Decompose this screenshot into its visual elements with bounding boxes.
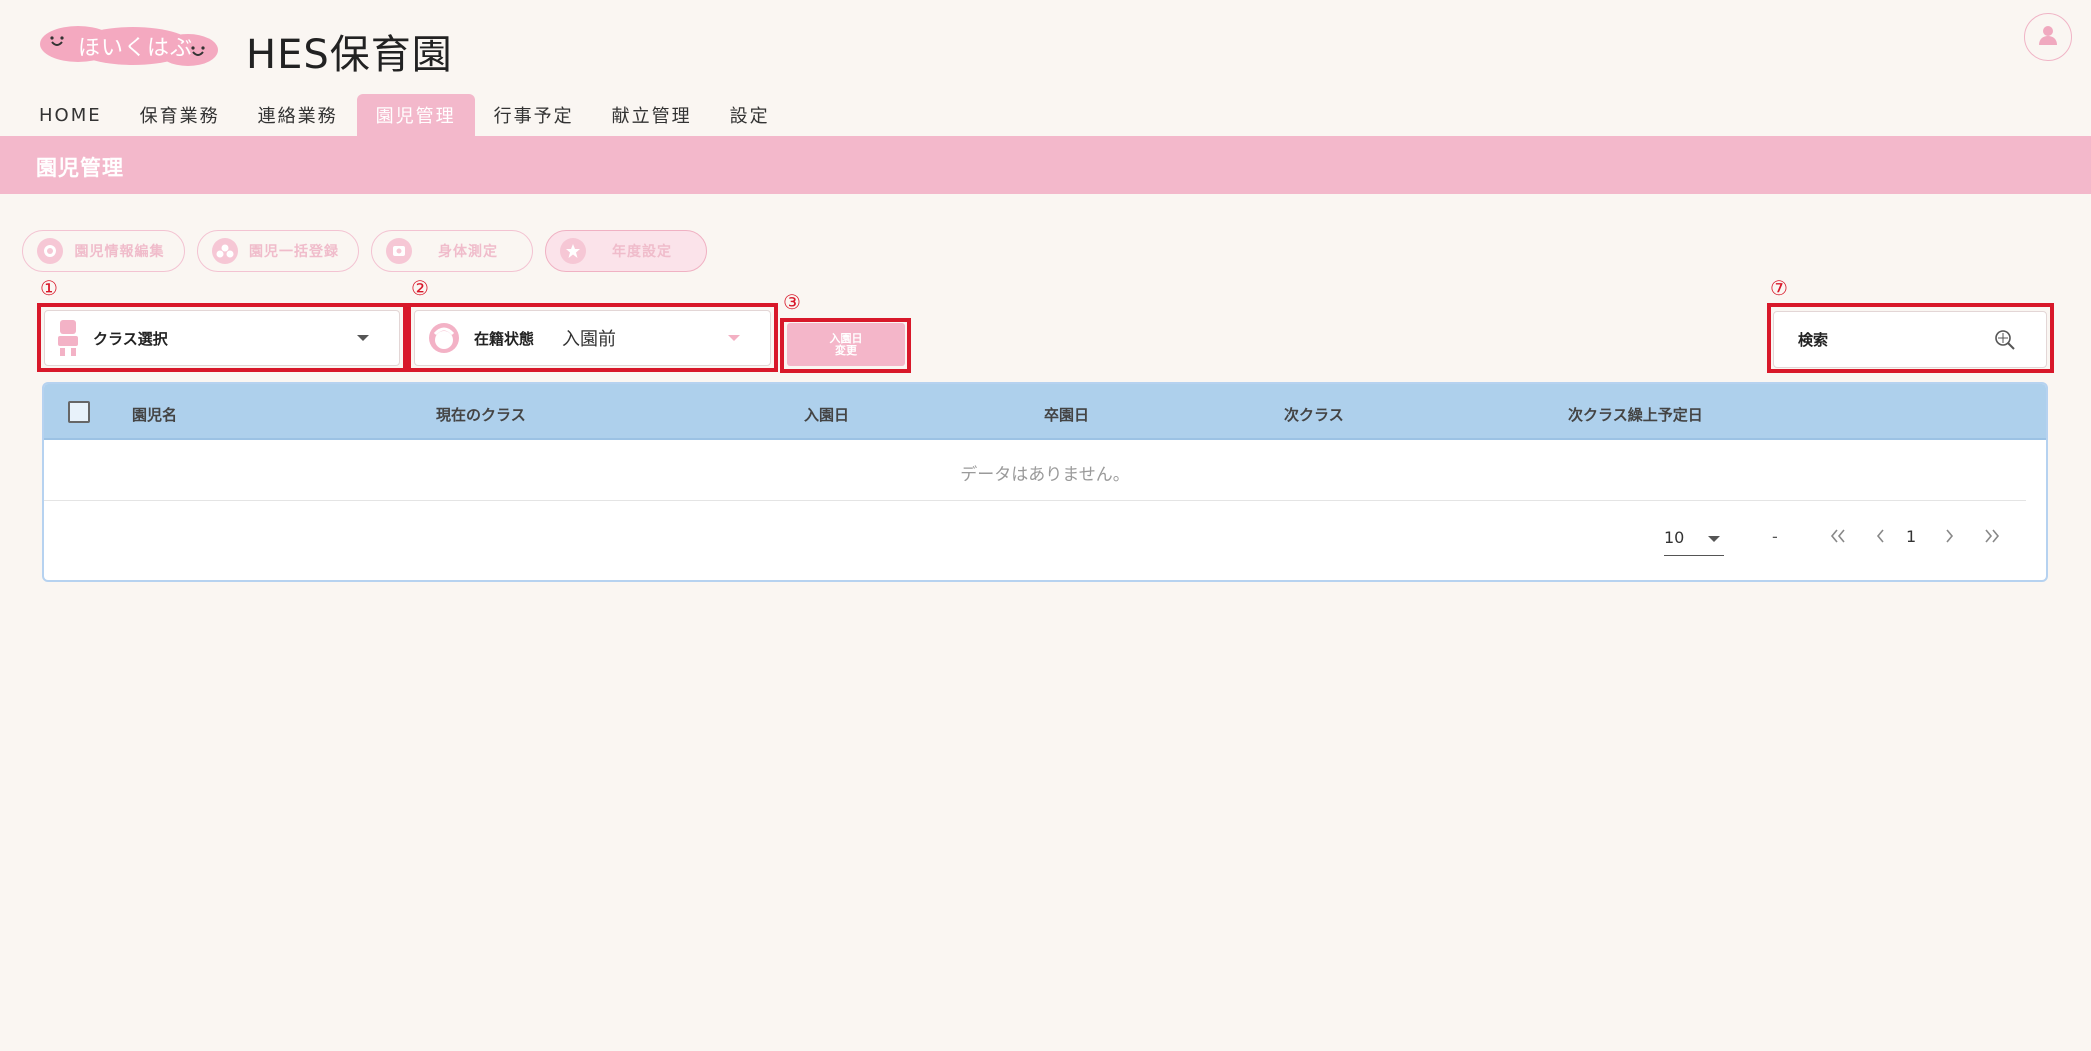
search-icon[interactable]	[1994, 329, 2016, 351]
column-header-admission-date[interactable]: 入園日	[804, 404, 849, 425]
enrollment-status-select[interactable]: 在籍状態 入園前	[414, 310, 771, 366]
chevron-down-icon	[1708, 536, 1720, 542]
child-face-icon	[428, 322, 460, 354]
logo-text: ほいくはぶ	[78, 36, 194, 61]
annotation-marker-3: ③	[783, 290, 801, 314]
column-header-next-class[interactable]: 次クラス	[1284, 404, 1344, 425]
annotation-marker-2: ②	[411, 276, 429, 300]
chevron-down-icon	[357, 335, 369, 341]
user-avatar-button[interactable]	[2024, 13, 2072, 61]
pagination-range: -	[1772, 527, 1778, 546]
search-input[interactable]: 検索	[1773, 311, 2047, 368]
group-icon	[212, 238, 238, 264]
select-all-checkbox[interactable]	[68, 401, 90, 423]
body-measurement-button[interactable]: 身体測定	[371, 230, 533, 272]
child-icon	[37, 238, 63, 264]
class-select-label: クラス選択	[93, 329, 168, 348]
body-measurement-label: 身体測定	[438, 244, 498, 260]
class-select[interactable]: クラス選択	[44, 310, 400, 366]
app-title: HES保育園	[246, 32, 453, 78]
section-title: 園児管理	[36, 156, 124, 180]
change-button-line1: 入園日	[829, 331, 863, 345]
rows-per-page-value: 10	[1664, 528, 1685, 547]
first-page-icon[interactable]	[1826, 520, 1850, 552]
current-page: 1	[1906, 527, 1917, 546]
enrollment-status-label: 在籍状態	[474, 329, 535, 348]
children-table: 園児名 現在のクラス 入園日 卒園日 次クラス 次クラス繰上予定日 データはあり…	[42, 382, 2048, 582]
edit-child-info-label: 園児情報編集	[74, 244, 165, 260]
tab-home[interactable]: HOME	[20, 94, 121, 136]
tab-settings[interactable]: 設定	[711, 94, 789, 136]
chevron-down-icon	[728, 335, 740, 341]
table-header: 園児名 現在のクラス 入園日 卒園日 次クラス 次クラス繰上予定日	[44, 384, 2046, 440]
enrollment-status-value: 入園前	[562, 329, 617, 350]
section-header-bar	[0, 136, 2091, 194]
tab-communication[interactable]: 連絡業務	[239, 94, 357, 136]
fiscal-year-settings-button[interactable]: 年度設定	[545, 230, 707, 272]
rows-per-page-select[interactable]: 10	[1664, 524, 1724, 556]
annotation-marker-1: ①	[40, 276, 58, 300]
scale-icon	[386, 238, 412, 264]
edit-child-info-button[interactable]: 園児情報編集	[22, 230, 185, 272]
user-icon	[2036, 23, 2060, 51]
main-nav: HOME 保育業務 連絡業務 園児管理 行事予定 献立管理 設定	[20, 94, 789, 136]
column-header-next-class-date[interactable]: 次クラス繰上予定日	[1568, 404, 1703, 425]
empty-message: データはありません。	[960, 465, 1130, 485]
divider	[44, 500, 2026, 501]
class-icon	[55, 317, 81, 359]
column-header-child-name[interactable]: 園児名	[132, 404, 177, 425]
column-header-graduation-date[interactable]: 卒園日	[1044, 404, 1089, 425]
tab-events[interactable]: 行事予定	[475, 94, 593, 136]
last-page-icon[interactable]	[1980, 520, 2004, 552]
tab-menu-management[interactable]: 献立管理	[593, 94, 711, 136]
tab-child-management[interactable]: 園児管理	[356, 94, 475, 136]
fiscal-year-settings-label: 年度設定	[612, 244, 672, 260]
column-header-current-class[interactable]: 現在のクラス	[436, 404, 526, 425]
change-button-line2: 変更	[835, 343, 857, 357]
next-page-icon[interactable]	[1940, 520, 1960, 552]
change-admission-date-button[interactable]: 入園日 変更	[787, 323, 905, 366]
search-label: 検索	[1798, 331, 1829, 349]
bulk-register-button[interactable]: 園児一括登録	[197, 230, 359, 272]
gear-star-icon	[560, 238, 586, 264]
previous-page-icon[interactable]	[1870, 520, 1890, 552]
tab-childcare-work[interactable]: 保育業務	[121, 94, 239, 136]
annotation-marker-7: ⑦	[1770, 276, 1788, 300]
bulk-register-label: 園児一括登録	[249, 244, 339, 260]
